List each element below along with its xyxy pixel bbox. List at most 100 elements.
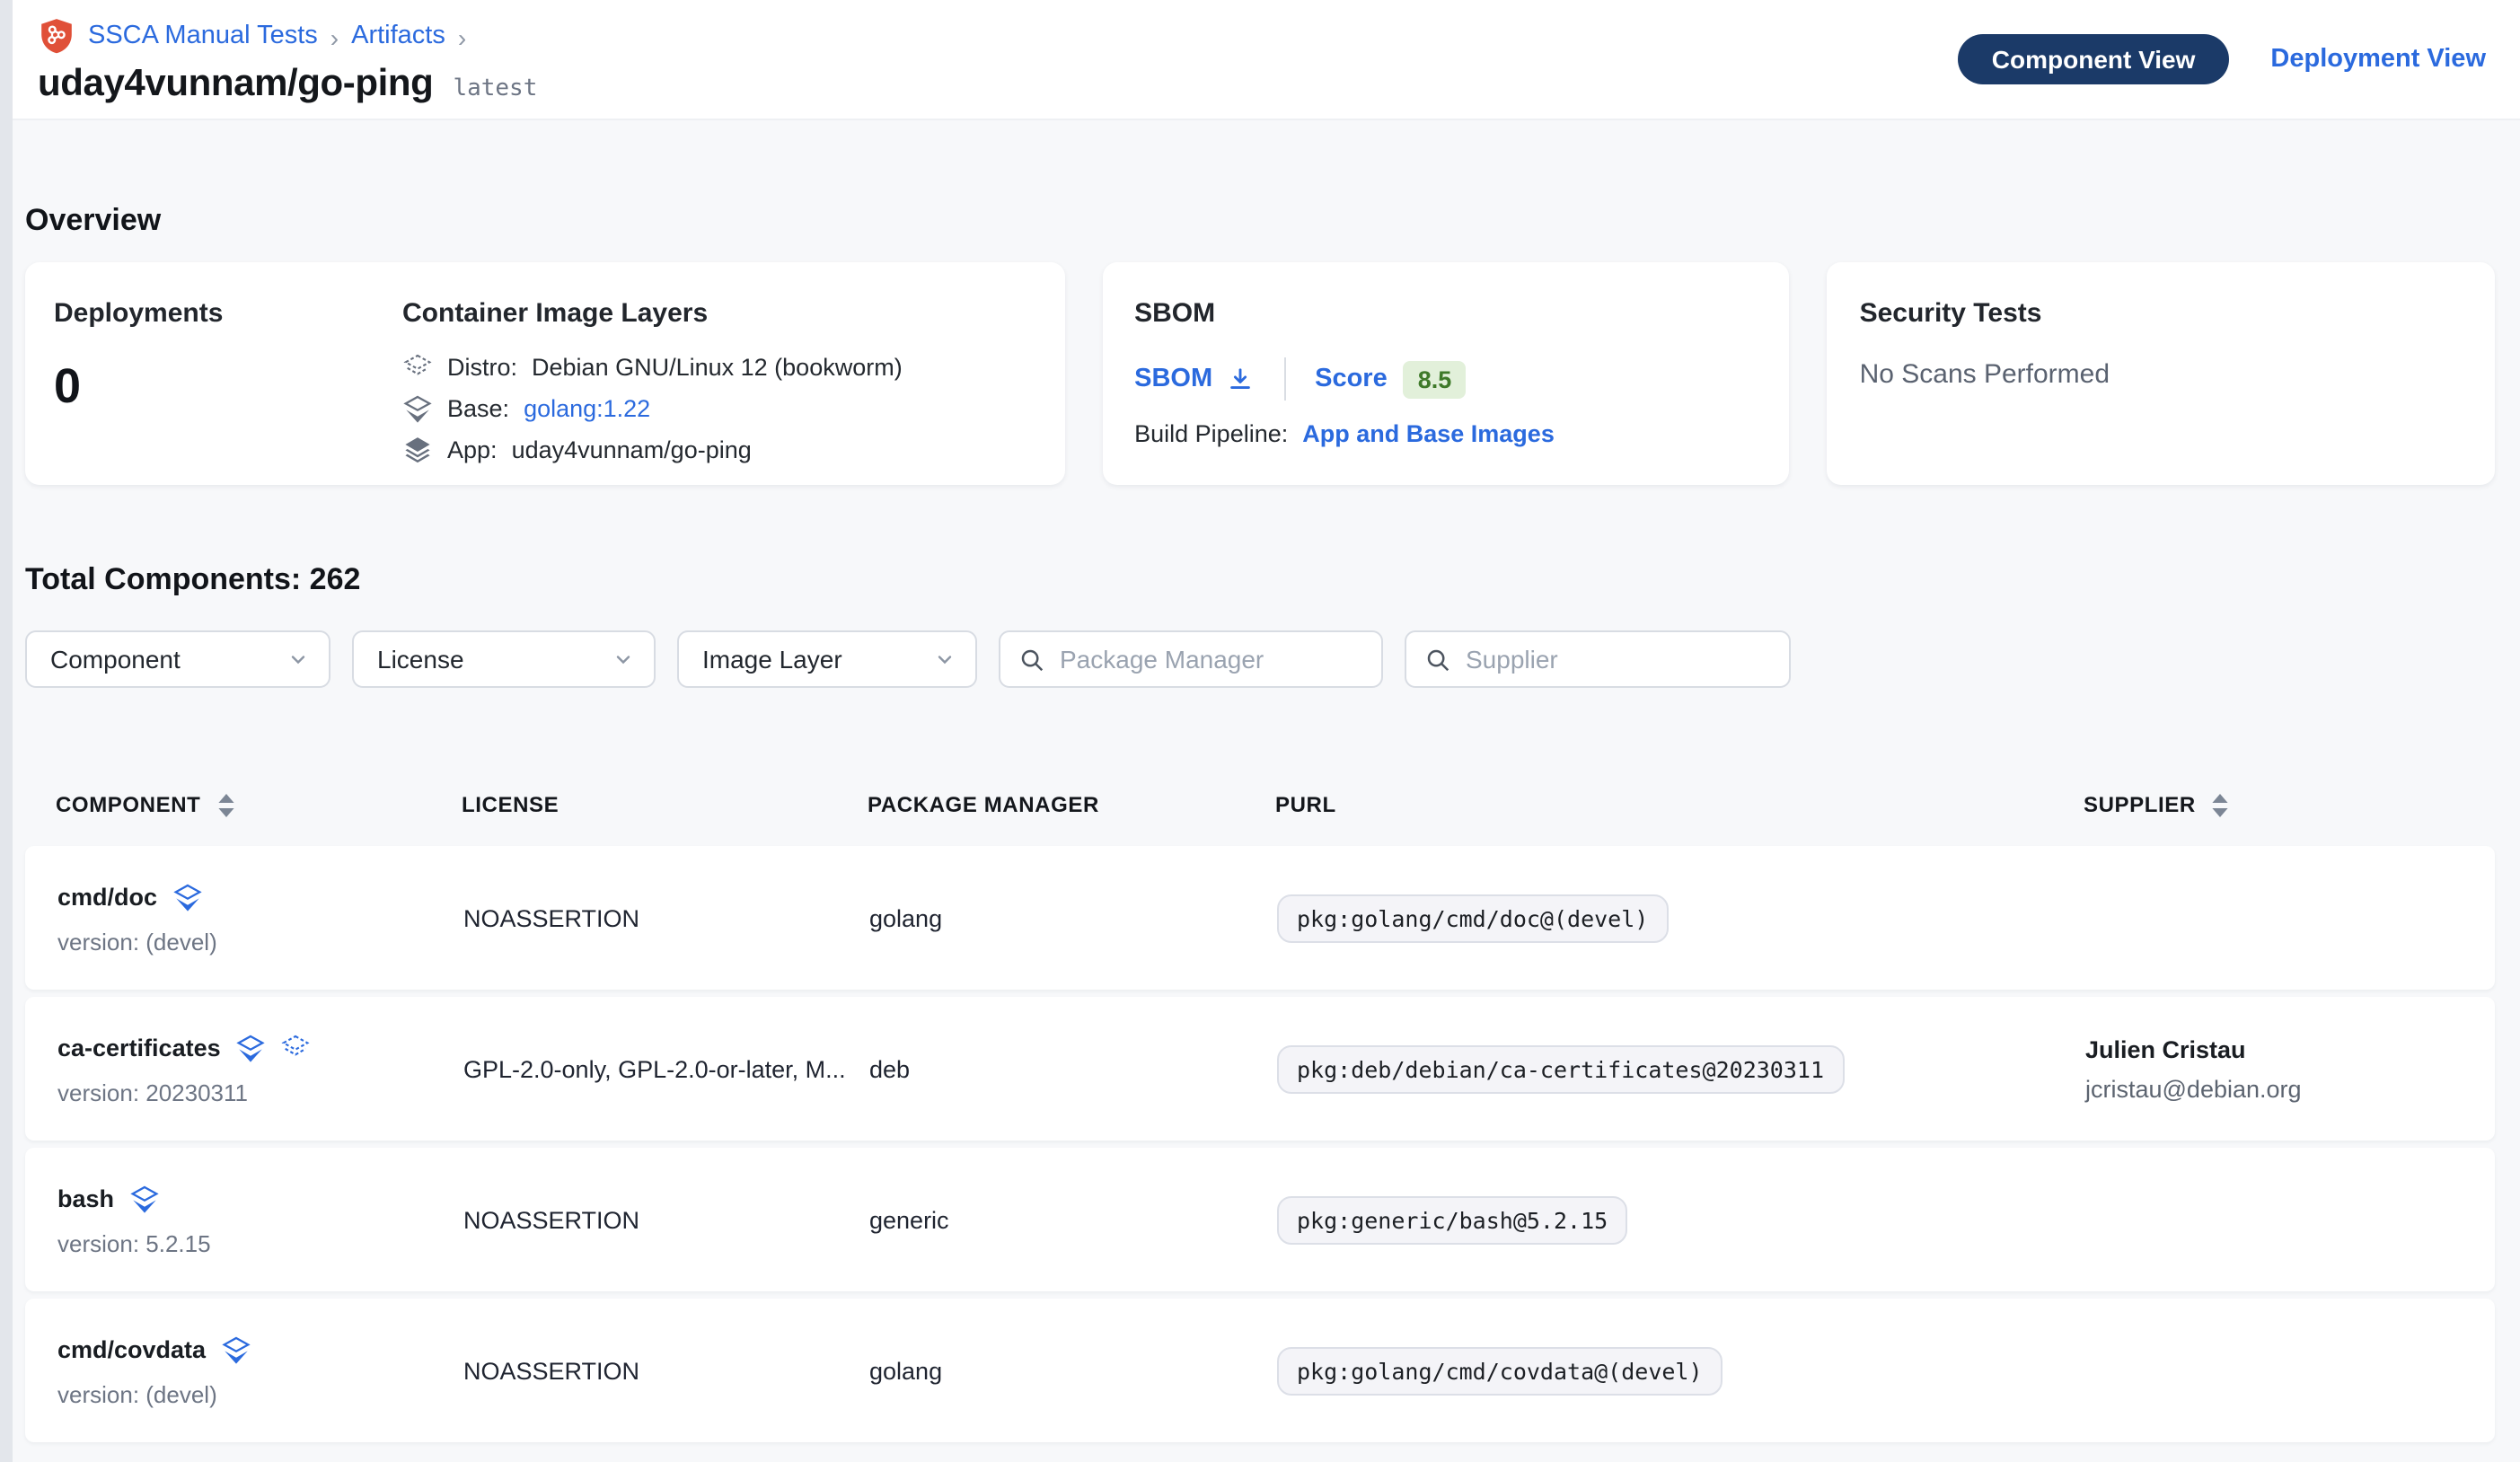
search-icon	[1424, 646, 1451, 673]
package-manager-cell: golang	[869, 1357, 1277, 1384]
license-cell: GPL-2.0-only, GPL-2.0-or-later, M...	[463, 1055, 869, 1082]
distro-label: Distro:	[447, 354, 517, 381]
table-row[interactable]: bash version: 5.2.15 NOASSERTION generic…	[25, 1148, 2495, 1291]
base-label: Base:	[447, 395, 509, 422]
purl-chip: pkg:generic/bash@5.2.15	[1277, 1195, 1627, 1244]
purl-chip: pkg:deb/debian/ca-certificates@20230311	[1277, 1044, 1844, 1093]
app-value: uday4vunnam/go-ping	[512, 436, 752, 463]
package-manager-search	[999, 630, 1383, 688]
artifact-tag: latest	[453, 75, 537, 102]
base-layers-icon	[402, 393, 433, 424]
deployment-view-button[interactable]: Deployment View	[2270, 45, 2486, 74]
component-name: cmd/doc	[57, 883, 157, 910]
table-row[interactable]: ca-certificates	[25, 997, 2495, 1141]
component-column-label: COMPONENT	[56, 792, 200, 817]
component-version: version: 5.2.15	[57, 1229, 463, 1256]
component-name: cmd/covdata	[57, 1335, 206, 1362]
app-layer-row: App: uday4vunnam/go-ping	[402, 435, 1035, 465]
component-filter-dropdown[interactable]: Component	[25, 630, 330, 688]
image-layer-filter-dropdown[interactable]: Image Layer	[677, 630, 977, 688]
supplier-email: jcristau@debian.org	[2085, 1075, 2463, 1102]
sbom-download-label: SBOM	[1134, 365, 1212, 393]
component-name: ca-certificates	[57, 1034, 221, 1061]
supplier-search	[1405, 630, 1791, 688]
column-header-license: LICENSE	[462, 792, 868, 817]
overview-cards: Deployments 0 Container Image Layers	[25, 262, 2495, 485]
page: SSCA Manual Tests › Artifacts › uday4vun…	[0, 0, 2520, 1462]
purl-chip: pkg:golang/cmd/doc@(devel)	[1277, 894, 1668, 942]
supplier-cell	[2085, 1213, 2463, 1226]
distro-value: Debian GNU/Linux 12 (bookworm)	[532, 354, 903, 381]
view-toggle: Component View Deployment View	[1958, 34, 2486, 84]
layers-filled-icon	[220, 1334, 251, 1364]
component-name: bash	[57, 1185, 114, 1211]
table-row[interactable]: cmd/covdata version: (devel) NOASSERTION…	[25, 1299, 2495, 1442]
build-pipeline-label: Build Pipeline:	[1134, 420, 1288, 447]
overview-heading: Overview	[25, 120, 2495, 239]
distro-layers-icon	[402, 352, 433, 383]
distro-layer-row: Distro: Debian GNU/Linux 12 (bookworm)	[402, 352, 1035, 383]
download-icon[interactable]	[1227, 366, 1254, 392]
breadcrumb-artifacts-link[interactable]: Artifacts	[351, 22, 445, 50]
column-header-component: COMPONENT	[56, 792, 462, 817]
supplier-cell	[2085, 912, 2463, 924]
chevron-down-icon	[934, 648, 956, 670]
package-manager-search-input[interactable]	[1060, 645, 1385, 674]
license-cell: NOASSERTION	[463, 1206, 869, 1233]
ssca-shield-icon	[38, 16, 75, 56]
sort-icon[interactable]	[216, 793, 234, 816]
deployments-label: Deployments	[54, 298, 402, 329]
component-version: version: 20230311	[57, 1079, 463, 1105]
sbom-score-badge: 8.5	[1404, 360, 1467, 398]
supplier-cell	[2085, 1364, 2463, 1377]
total-components-heading: Total Components: 262	[25, 562, 2495, 598]
sort-icon[interactable]	[2212, 793, 2230, 816]
base-image-link[interactable]: golang:1.22	[524, 395, 650, 422]
sbom-score-label: Score	[1315, 365, 1388, 393]
license-cell: NOASSERTION	[463, 904, 869, 931]
supplier-column-label: SUPPLIER	[2084, 792, 2196, 817]
column-header-package-manager: PACKAGE MANAGER	[868, 792, 1275, 817]
column-header-supplier: SUPPLIER	[2084, 792, 2464, 817]
license-filter-label: License	[377, 645, 464, 674]
container-image-layers-title: Container Image Layers	[402, 298, 1035, 329]
components-table: cmd/doc version: (devel) NOASSERTION gol…	[25, 846, 2495, 1442]
breadcrumb-project-link[interactable]: SSCA Manual Tests	[88, 22, 318, 50]
build-pipeline-link[interactable]: App and Base Images	[1302, 420, 1555, 447]
package-manager-cell: deb	[869, 1055, 1277, 1082]
column-header-purl: PURL	[1275, 792, 2084, 817]
component-version: version: (devel)	[57, 928, 463, 955]
purl-chip: pkg:golang/cmd/covdata@(devel)	[1277, 1346, 1723, 1395]
package-manager-cell: generic	[869, 1206, 1277, 1233]
base-layer-row: Base: golang:1.22	[402, 393, 1035, 424]
purl-column-label: PURL	[1275, 792, 1336, 817]
breadcrumb-separator: ›	[330, 21, 339, 51]
component-version: version: (devel)	[57, 1380, 463, 1407]
table-row[interactable]: cmd/doc version: (devel) NOASSERTION gol…	[25, 846, 2495, 990]
layers-filled-icon	[235, 1032, 266, 1062]
filters-row: Component License Image Layer	[25, 630, 2495, 688]
breadcrumb-separator: ›	[458, 21, 466, 51]
layers-dashed-icon	[280, 1032, 311, 1062]
sbom-download-link[interactable]: SBOM	[1134, 365, 1254, 393]
top-bar: SSCA Manual Tests › Artifacts › uday4vun…	[0, 0, 2520, 120]
security-tests-card: Security Tests No Scans Performed	[1828, 262, 2495, 485]
security-tests-title: Security Tests	[1860, 298, 2463, 329]
app-layers-icon	[402, 435, 433, 465]
deployments-count: 0	[54, 359, 402, 415]
layers-filled-icon	[172, 881, 202, 912]
sbom-card-title: SBOM	[1134, 298, 1757, 329]
package-manager-column-label: PACKAGE MANAGER	[868, 792, 1099, 817]
table-header: COMPONENT LICENSE PACKAGE MANAGER PURL S…	[25, 781, 2495, 828]
component-view-button[interactable]: Component View	[1958, 34, 2230, 84]
package-manager-cell: golang	[869, 904, 1277, 931]
supplier-search-input[interactable]	[1466, 645, 1791, 674]
main-content: Overview Deployments 0 Container Image L…	[0, 120, 2520, 1442]
license-cell: NOASSERTION	[463, 1357, 869, 1384]
layers-filled-icon	[128, 1183, 159, 1213]
supplier-cell: Julien Cristau jcristau@debian.org	[2085, 1035, 2463, 1102]
sbom-card: SBOM SBOM Score 8.5 Build	[1102, 262, 1789, 485]
left-edge-strip	[0, 0, 13, 1462]
license-filter-dropdown[interactable]: License	[352, 630, 656, 688]
page-title: uday4vunnam/go-ping	[38, 63, 433, 106]
